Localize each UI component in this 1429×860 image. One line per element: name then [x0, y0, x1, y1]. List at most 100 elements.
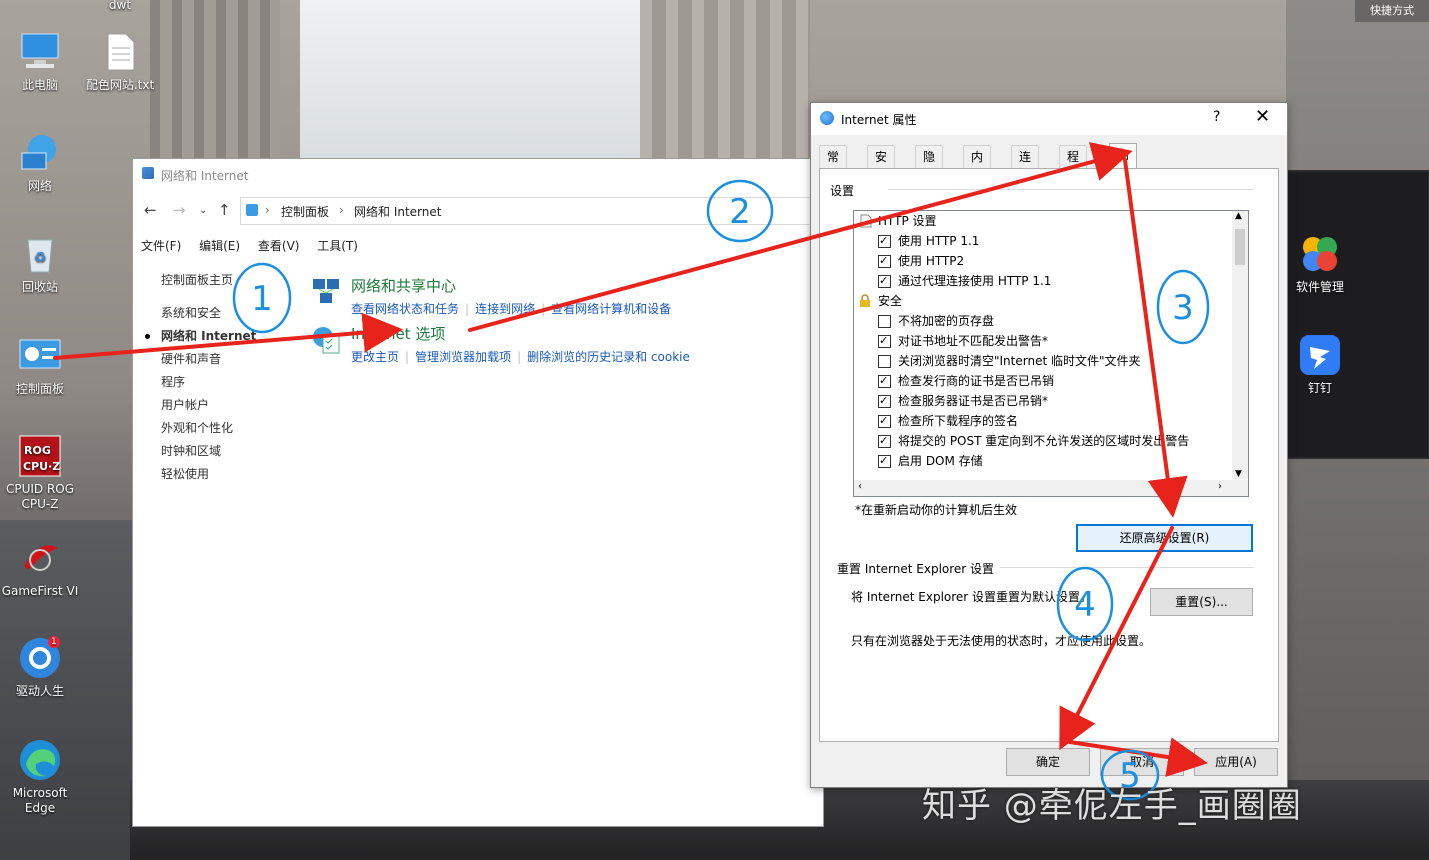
tree-row[interactable]: 不将加密的页存盘: [854, 311, 994, 331]
background-tv: [1286, 170, 1429, 459]
desktop-icon-recycle-bin[interactable]: ♻ 回收站: [0, 232, 80, 295]
desktop-icon-driver[interactable]: 1 驱动人生: [0, 636, 80, 699]
category-title[interactable]: 网络和共享中心: [351, 275, 671, 296]
horizontal-scrollbar[interactable]: ‹ ›: [854, 480, 1248, 496]
menu-file[interactable]: 文件(F): [141, 239, 181, 253]
quick-access-label[interactable]: 快捷方式: [1355, 0, 1429, 22]
checkbox[interactable]: [878, 431, 891, 451]
forward-arrow-icon[interactable]: →: [173, 201, 186, 219]
recycle-bin-icon: ♻: [18, 232, 62, 276]
sidebar-item-network-internet[interactable]: 网络和 Internet: [145, 325, 311, 348]
control-panel-icon: [142, 167, 154, 179]
tree-row-label: 对证书地址不匹配发出警告*: [898, 334, 1049, 348]
settings-tree[interactable]: HTTP 设置 使用 HTTP 1.1 使用 HTTP2 通过代理连接使用 HT…: [853, 210, 1249, 497]
ok-button[interactable]: 确定: [1006, 748, 1090, 776]
dialog-titlebar[interactable]: Internet 属性 ? ✕: [811, 103, 1287, 135]
chevron-down-icon[interactable]: ⌄: [199, 205, 207, 216]
checkbox[interactable]: [878, 251, 891, 271]
desktop-icon-network[interactable]: 网络: [0, 131, 80, 194]
category-title[interactable]: Internet 选项: [351, 323, 690, 344]
checkbox[interactable]: [878, 451, 891, 471]
window-titlebar[interactable]: 网络和 Internet: [133, 159, 823, 189]
help-button[interactable]: ?: [1213, 109, 1220, 125]
sidebar-home-link[interactable]: 控制面板主页: [161, 269, 311, 292]
address-bar[interactable]: › 控制面板 › 网络和 Internet: [240, 197, 822, 225]
internet-properties-dialog: Internet 属性 ? ✕ 常规 安全 隐私 内容 连接 程序 高级 设置 …: [810, 102, 1288, 788]
sidebar-item-clock-region[interactable]: 时钟和区域: [161, 440, 311, 463]
scrollbar-thumb[interactable]: [1235, 229, 1245, 265]
tab-programs[interactable]: 程序: [1059, 145, 1088, 186]
checkbox[interactable]: [878, 231, 891, 251]
desktop-icon-control-panel[interactable]: 控制面板: [0, 334, 80, 397]
tree-row[interactable]: 对证书地址不匹配发出警告*: [854, 331, 1048, 351]
link-manage-addons[interactable]: 管理浏览器加载项: [415, 350, 511, 364]
menu-edit[interactable]: 编辑(E): [199, 239, 240, 253]
tree-row[interactable]: 检查服务器证书是否已吊销*: [854, 391, 1048, 411]
scroll-right-icon[interactable]: ›: [1218, 481, 1222, 492]
breadcrumb-item[interactable]: 网络和 Internet: [354, 203, 441, 220]
tree-row[interactable]: 通过代理连接使用 HTTP 1.1: [854, 271, 1051, 291]
tab-content[interactable]: 内容: [963, 145, 992, 186]
checkbox[interactable]: [878, 331, 891, 351]
link-change-homepage[interactable]: 更改主页: [351, 350, 399, 364]
link-view-network-devices[interactable]: 查看网络计算机和设备: [551, 302, 671, 316]
tab-general[interactable]: 常规: [819, 145, 848, 186]
desktop-icon-this-pc[interactable]: 此电脑: [0, 30, 80, 93]
desktop-icon-gamefirst[interactable]: GameFirst VI: [0, 536, 80, 599]
sidebar-item-user-accounts[interactable]: 用户帐户: [161, 394, 311, 417]
sidebar-item-ease-of-access[interactable]: 轻松使用: [161, 463, 311, 486]
checkbox[interactable]: [878, 315, 891, 328]
checkbox[interactable]: [878, 411, 891, 431]
tree-row[interactable]: 检查发行商的证书是否已吊销: [854, 371, 1054, 391]
tree-row[interactable]: 检查所下载程序的签名: [854, 411, 1018, 431]
background-window: [300, 0, 640, 160]
apply-button[interactable]: 应用(A): [1194, 748, 1278, 776]
divider: [1000, 567, 1254, 568]
vertical-scrollbar[interactable]: ▲ ▼: [1232, 211, 1248, 479]
menu-view[interactable]: 查看(V): [258, 239, 300, 253]
tree-row[interactable]: 将提交的 POST 重定向到不允许发送的区域时发出警告: [854, 431, 1189, 451]
back-arrow-icon[interactable]: ←: [144, 201, 157, 219]
divider: [888, 189, 1254, 190]
desktop-icon-software-manager[interactable]: 软件管理: [1280, 232, 1360, 295]
reset-button[interactable]: 重置(S)...: [1150, 588, 1253, 616]
sidebar-item-programs[interactable]: 程序: [161, 371, 311, 394]
sidebar-item-system-security[interactable]: 系统和安全: [161, 302, 311, 325]
tree-row[interactable]: 启用 DOM 存储: [854, 451, 983, 471]
tab-connections[interactable]: 连接: [1011, 145, 1040, 186]
checkbox[interactable]: [878, 371, 891, 391]
checkbox[interactable]: [878, 391, 891, 411]
link-delete-history[interactable]: 删除浏览的历史记录和 cookie: [527, 350, 690, 364]
close-button[interactable]: ✕: [1255, 106, 1270, 127]
svg-text:♻: ♻: [34, 250, 47, 266]
tab-security[interactable]: 安全: [867, 145, 896, 186]
sidebar-item-appearance[interactable]: 外观和个性化: [161, 417, 311, 440]
cancel-button[interactable]: 取消: [1100, 748, 1184, 776]
sidebar-item-hardware-sound[interactable]: 硬件和声音: [161, 348, 311, 371]
scroll-down-icon[interactable]: ▼: [1235, 469, 1242, 479]
category-links: 查看网络状态和任务 | 连接到网络 | 查看网络计算机和设备: [351, 300, 671, 317]
checkbox[interactable]: [878, 355, 891, 368]
link-view-network-status[interactable]: 查看网络状态和任务: [351, 302, 459, 316]
link-connect-network[interactable]: 连接到网络: [475, 302, 535, 316]
network-sharing-icon: [311, 277, 341, 307]
tree-row[interactable]: 使用 HTTP 1.1: [854, 231, 979, 251]
tree-row-label: 不将加密的页存盘: [898, 314, 995, 328]
tab-advanced[interactable]: 高级: [1109, 143, 1138, 184]
tree-row[interactable]: 使用 HTTP2: [854, 251, 964, 271]
breadcrumb-item[interactable]: 控制面板: [281, 203, 329, 220]
desktop-icon-dingtalk[interactable]: 钉钉: [1280, 333, 1360, 396]
checkbox[interactable]: [878, 271, 891, 291]
tree-row[interactable]: 关闭浏览器时清空"Internet 临时文件"文件夹: [854, 351, 1141, 371]
menu-tools[interactable]: 工具(T): [317, 239, 358, 253]
restore-advanced-button[interactable]: 还原高级设置(R): [1076, 524, 1253, 552]
desktop-icon-cpuz[interactable]: ROG CPU·Z CPUID ROG CPU-Z: [0, 434, 80, 512]
scroll-up-icon[interactable]: ▲: [1235, 211, 1242, 221]
up-arrow-icon[interactable]: ↑: [218, 201, 231, 219]
reset-description: 将 Internet Explorer 设置重置为默认设置。: [851, 590, 1093, 604]
desktop-icon-txt[interactable]: 配色网站.txt: [80, 30, 160, 93]
scroll-left-icon[interactable]: ‹: [858, 481, 862, 492]
desktop-icon-edge[interactable]: Microsoft Edge: [0, 738, 80, 816]
tab-privacy[interactable]: 隐私: [915, 145, 944, 186]
watermark: 知乎 @牵伲左手_画圈圈: [922, 786, 1302, 826]
